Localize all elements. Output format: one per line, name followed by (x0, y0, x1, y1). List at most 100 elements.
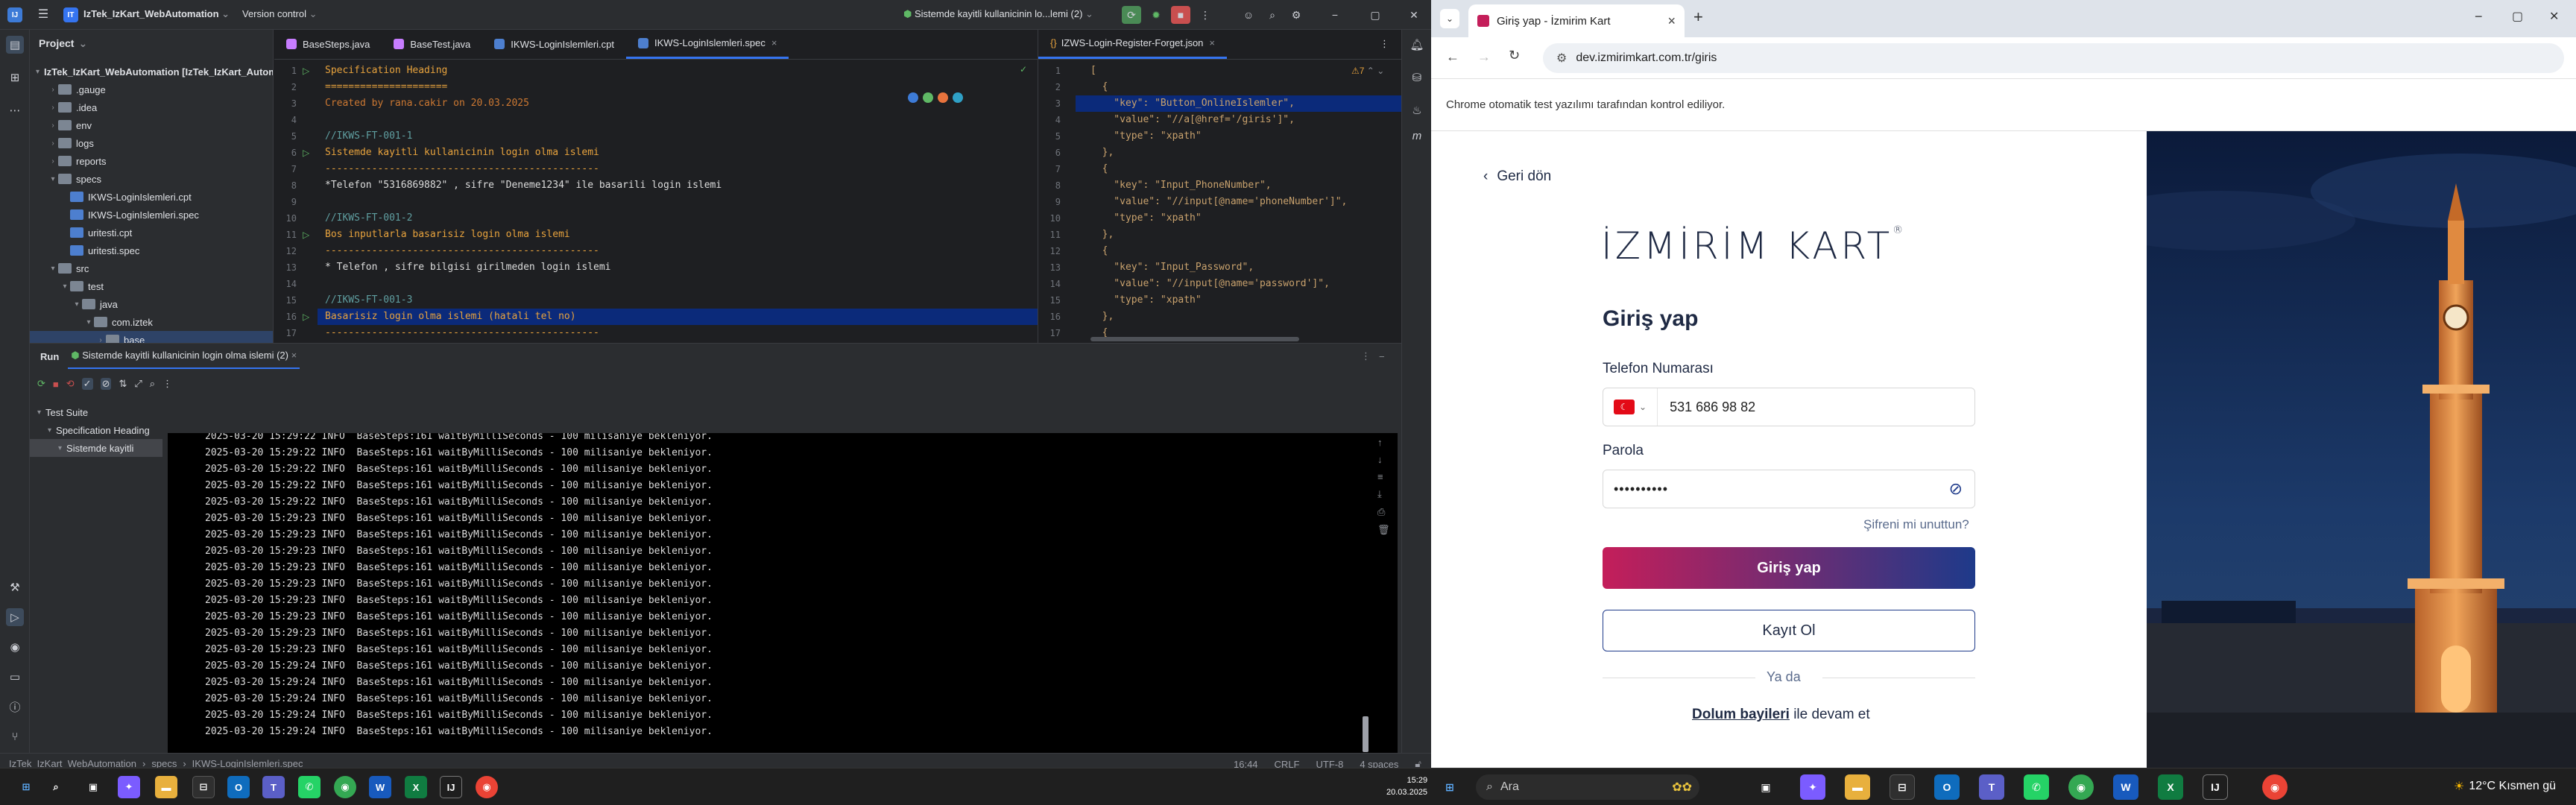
maven-button[interactable]: m (1408, 127, 1426, 145)
tree-arrow-icon[interactable]: › (48, 86, 58, 94)
rerun-icon[interactable]: ⟳ (37, 378, 45, 390)
project-badge[interactable]: IT (63, 7, 78, 22)
editor-tab[interactable]: BaseSteps.java (274, 30, 382, 59)
test-node[interactable]: ▾ Sistemde kayitli (30, 439, 162, 457)
taskbar-outlook-2[interactable]: O (1934, 774, 1960, 800)
back-link[interactable]: ‹ Geri dön (1483, 168, 1551, 185)
notifications-button[interactable]: 🔔︎ (1408, 36, 1426, 54)
address-bar[interactable]: ⚙ dev.izmirimkart.com.tr/giris (1543, 43, 2564, 73)
close-icon[interactable]: × (291, 350, 297, 361)
tree-arrow-icon[interactable]: › (48, 121, 58, 130)
taskbar-chrome-2[interactable]: ◉ (476, 776, 498, 798)
taskbar-whatsapp[interactable]: ✆ (298, 776, 321, 798)
register-button[interactable]: Kayıt Ol (1603, 610, 1975, 651)
taskbar-copilot[interactable]: ✦ (118, 776, 140, 798)
debug-button[interactable]: ✹ (1146, 6, 1166, 24)
tree-arrow-icon[interactable]: › (48, 104, 58, 112)
close-icon[interactable]: × (1209, 37, 1215, 48)
edge-icon[interactable] (953, 92, 963, 103)
taskview-button-2[interactable]: ▣ (1753, 774, 1778, 800)
tab-search-button[interactable]: ⌄ (1440, 9, 1459, 28)
taskbar-files-2[interactable]: ▬ (1845, 774, 1870, 800)
arrow-up-icon[interactable]: ↑ (1377, 437, 1390, 448)
forward-button[interactable]: → (1477, 49, 1491, 65)
rerun-failed-icon[interactable]: ⟲ (66, 378, 75, 390)
trash-icon[interactable]: 🗑︎ (1377, 524, 1390, 536)
minimize-button[interactable]: − (1322, 6, 1348, 24)
dealers-link[interactable]: Dolum bayileri (1692, 707, 1790, 722)
tree-arrow-icon[interactable]: ▾ (37, 408, 41, 417)
editor-tab[interactable]: IKWS-LoginIslemleri.spec × (626, 30, 789, 59)
eye-slash-icon[interactable]: ⊘ (1949, 479, 1974, 499)
taskbar-teams-2[interactable]: T (1979, 774, 2004, 800)
tab-json[interactable]: {} IZWS-Login-Register-Forget.json × (1038, 30, 1228, 59)
taskbar-excel[interactable]: X (405, 776, 427, 798)
login-button[interactable]: Giriş yap (1603, 547, 1975, 589)
editor-tab[interactable]: IKWS-LoginIslemleri.cpt (482, 30, 626, 59)
more-tools-button[interactable]: ⋯ (6, 101, 24, 119)
new-tab-button[interactable]: + (1693, 7, 1703, 27)
phone-field[interactable]: ☾ ⌄ 531 686 98 82 (1603, 388, 1975, 426)
tree-item[interactable]: ▾ specs (30, 170, 273, 188)
forgot-password-link[interactable]: Şifreni mi unuttun? (1863, 517, 1969, 532)
problems-tool-button[interactable]: ⓘ (6, 698, 24, 716)
tree-arrow-icon[interactable]: ▾ (36, 68, 40, 76)
tree-arrow-icon[interactable]: ▾ (58, 444, 62, 452)
expand-all-icon[interactable]: ⤢ (134, 378, 142, 390)
run-tool-button[interactable]: ▷ (6, 608, 24, 626)
taskbar-clock-left[interactable]: 15:29 20.03.2025 (1386, 774, 1427, 798)
build-tool-button[interactable]: ⚒ (6, 578, 24, 596)
rerun-button[interactable]: ⟳ (1122, 6, 1141, 24)
tree-item[interactable]: › .gauge (30, 80, 273, 98)
browser-preview-icons[interactable] (908, 92, 963, 103)
tree-arrow-icon[interactable]: › (95, 336, 106, 344)
tree-arrow-icon[interactable]: ▾ (83, 318, 94, 326)
more-vertical-icon[interactable]: ⋮ (162, 378, 172, 390)
taskbar-teams[interactable]: T (262, 776, 285, 798)
project-panel-header[interactable]: Project ⌄ (30, 30, 273, 57)
password-field[interactable]: •••••••••• ⊘ (1603, 470, 1975, 508)
tree-item[interactable]: › base (30, 331, 273, 344)
tree-item[interactable]: uritesti.cpt (30, 224, 273, 242)
close-icon[interactable]: × (1667, 13, 1676, 29)
print-icon[interactable]: ⎙ (1377, 506, 1390, 518)
sort-icon[interactable]: ⇅ (119, 378, 127, 390)
taskbar-search-box[interactable]: ⌕ Ara ✿✿ (1476, 774, 1699, 800)
arrow-down-icon[interactable]: ↓ (1377, 454, 1390, 465)
taskbar-intellij[interactable]: IJ (440, 776, 462, 798)
run-gutter-icon[interactable]: ▷ (303, 230, 309, 240)
taskbar-excel-2[interactable]: X (2158, 774, 2183, 800)
settings-button[interactable]: ⚙ (1287, 6, 1306, 24)
tree-item[interactable]: ▾ IzTek_IzKart_WebAutomation [IzTek_IzKar… (30, 63, 273, 80)
minimize-button[interactable]: − (2475, 9, 2483, 25)
tree-item[interactable]: › reports (30, 152, 273, 170)
tree-item[interactable]: IKWS-LoginIslemleri.cpt (30, 188, 273, 206)
tab-more[interactable]: ⋮ (1368, 30, 1401, 59)
zoom-icon[interactable]: ⌕ (150, 378, 155, 390)
json-code-area[interactable]: 1[2 {3 "key": "Button_OnlineIslemler", 4 … (1038, 60, 1401, 343)
show-ignored-icon[interactable]: ⊘ (100, 378, 112, 390)
show-passed-icon[interactable]: ✓ (81, 378, 93, 390)
editor-tab[interactable]: BaseTest.java (382, 30, 482, 59)
reload-button[interactable]: ↻ (1509, 48, 1520, 63)
console-scrollbar[interactable] (1363, 716, 1368, 752)
run-tab[interactable]: ⬢ Sistemde kayitli kullanicinin login ol… (68, 344, 300, 369)
phone-input[interactable]: 531 686 98 82 (1658, 400, 1755, 415)
taskbar-store[interactable]: ⊟ (192, 776, 215, 798)
tree-arrow-icon[interactable]: › (48, 157, 58, 165)
tree-item[interactable]: IKWS-LoginIslemleri.spec (30, 206, 273, 224)
main-menu-icon[interactable]: ☰ (36, 7, 51, 22)
maximize-button[interactable]: ▢ (2512, 9, 2523, 24)
git-tool-button[interactable]: ⑂ (6, 727, 24, 745)
search-everywhere-button[interactable]: ⌕ (1263, 6, 1282, 24)
tree-item[interactable]: › env (30, 116, 273, 134)
horizontal-scrollbar[interactable] (1090, 337, 1299, 341)
close-icon[interactable]: × (771, 37, 777, 48)
maximize-button[interactable]: ▢ (1363, 6, 1388, 24)
close-window-button[interactable]: ✕ (1401, 6, 1427, 24)
database-button[interactable]: ⛁ (1408, 69, 1426, 86)
version-control-menu[interactable]: Version control ⌄ (242, 8, 318, 20)
minimize-panel-icon[interactable]: − (1379, 351, 1385, 362)
tree-item[interactable]: › .idea (30, 98, 273, 116)
more-run-button[interactable]: ⋮ (1196, 6, 1215, 24)
